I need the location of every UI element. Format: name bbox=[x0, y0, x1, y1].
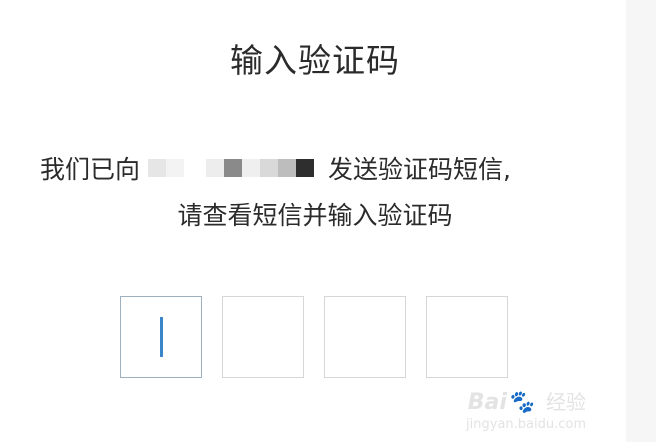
code-digit-3[interactable] bbox=[324, 296, 406, 378]
message-line-2: 请查看短信并输入验证码 bbox=[177, 201, 453, 230]
masked-phone-number bbox=[148, 157, 315, 179]
page-title: 输入验证码 bbox=[230, 41, 400, 80]
baidu-paw-logo-icon: Bai🐾 bbox=[467, 390, 542, 415]
message-prefix: 我们已向 bbox=[40, 155, 141, 184]
message-line-1: 我们已向 发送验证码短信, bbox=[40, 150, 600, 186]
code-digit-1[interactable] bbox=[120, 296, 202, 378]
code-digit-4[interactable] bbox=[426, 296, 508, 378]
code-input-row bbox=[120, 296, 508, 378]
message-suffix: 发送验证码短信, bbox=[328, 155, 511, 184]
right-edge-strip bbox=[626, 0, 656, 442]
text-caret bbox=[159, 317, 163, 357]
baidu-watermark: Bai🐾 经验 jingyan.baidu.com bbox=[466, 390, 586, 432]
verification-page: 输入验证码 我们已向 发送验证码短信, 请查看短信并输入验证码 Bai🐾 经验 … bbox=[0, 0, 624, 442]
code-digit-2[interactable] bbox=[222, 296, 304, 378]
